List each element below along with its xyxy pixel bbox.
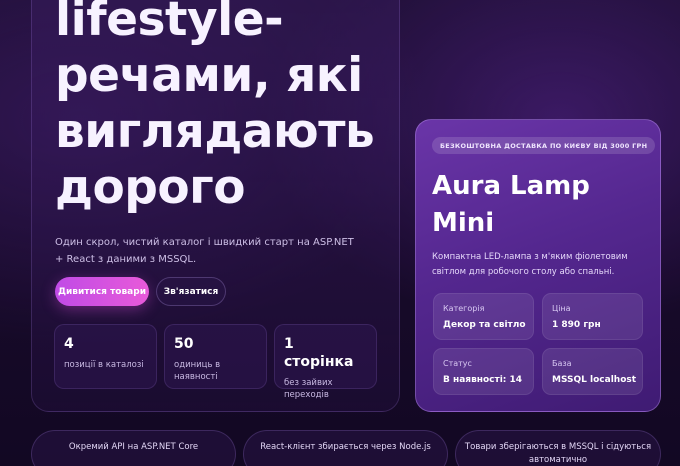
info-key: Статус — [443, 359, 472, 368]
view-products-button[interactable]: Дивитися товари — [55, 277, 149, 306]
product-info-database: База MSSQL localhost — [542, 348, 643, 395]
stat-value: 4 — [64, 336, 74, 352]
product-info-price: Ціна 1 890 грн — [542, 293, 643, 340]
stat-value: 1 сторінка — [284, 336, 354, 370]
product-title: Aura Lamp Mini — [432, 171, 590, 238]
headline-line-3: виглядають — [55, 104, 375, 159]
feature-pill-react: React-клієнт збирається через Node.js — [243, 430, 448, 466]
stat-card-stock: 50 одиниць в наявності — [164, 324, 267, 389]
info-value: 1 890 грн — [552, 320, 601, 330]
headline-line-1: lifestyle- — [55, 0, 284, 47]
info-value: В наявності: 14 — [443, 375, 523, 385]
hero-lead-text: Один скрол, чистий каталог і швидкий ста… — [55, 237, 354, 265]
stat-label: позиції в каталозі — [64, 360, 144, 370]
info-value: Декор та світло — [443, 320, 526, 330]
headline-line-4: дорого — [55, 160, 246, 215]
stat-card-pages: 1 сторінка без зайвих переходів — [274, 324, 377, 400]
feature-pill-mssql: Товари зберігаються в MSSQL і сідуються … — [455, 430, 661, 466]
headline-line-2: речами, які — [55, 48, 363, 103]
info-value: MSSQL localhost — [552, 375, 637, 385]
product-info-status: Статус В наявності: 14 — [433, 348, 534, 395]
free-delivery-badge: БЕЗКОШТОВНА ДОСТАВКА ПО КИЄВУ ВІД 3000 Г… — [432, 137, 656, 154]
stat-value: 50 — [174, 336, 194, 352]
info-key: Ціна — [552, 304, 571, 313]
hero-headline: lifestyle- речами, які виглядають дорого — [55, 0, 395, 216]
stat-label: без зайвих переходів — [284, 378, 333, 400]
info-key: Категорія — [443, 304, 485, 313]
product-info-category: Категорія Декор та світло — [433, 293, 534, 340]
info-key: База — [552, 359, 572, 368]
stat-card-catalog: 4 позиції в каталозі — [54, 324, 157, 389]
product-description: Компактна LED-лампа з м'яким фіолетовим … — [432, 252, 628, 277]
stat-label: одиниць в наявності — [174, 360, 221, 382]
contact-button[interactable]: Зв'язатися — [156, 277, 226, 306]
feature-pill-api: Окремий API на ASP.NET Core — [31, 430, 236, 466]
